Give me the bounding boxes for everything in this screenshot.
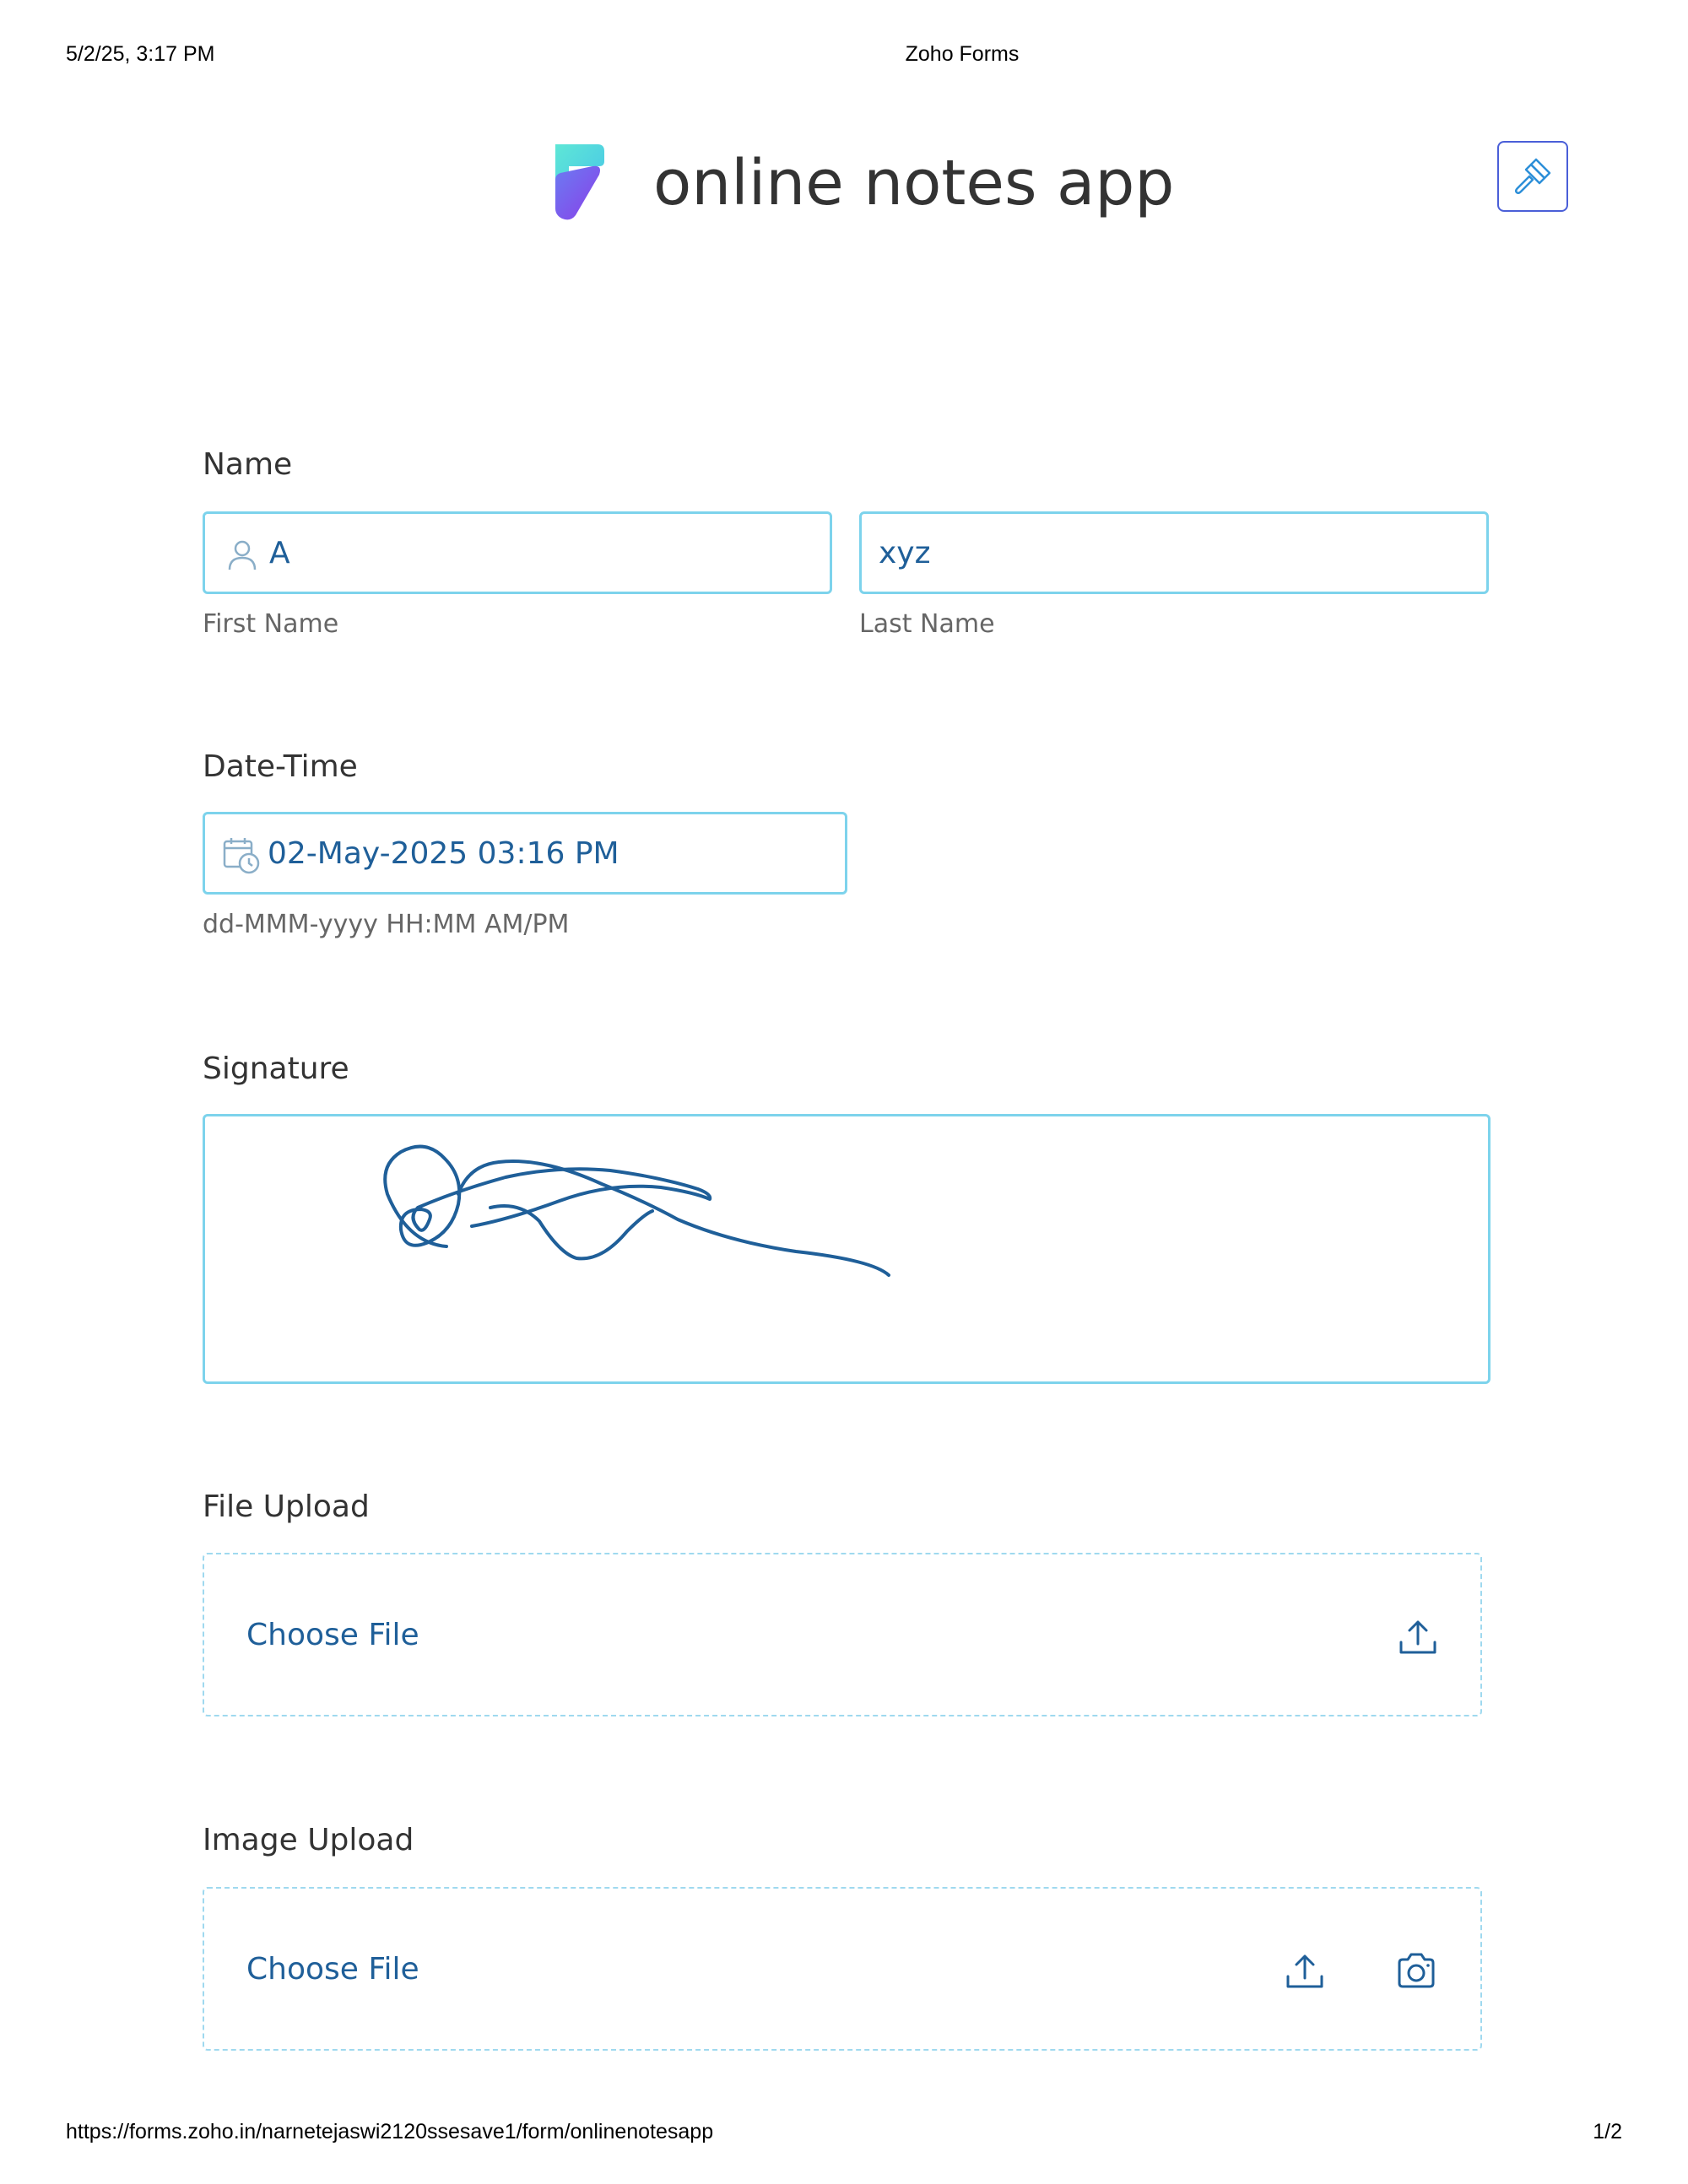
theme-button[interactable]	[1497, 141, 1568, 212]
paintbrush-icon	[1514, 158, 1551, 195]
last-name-helper: Last Name	[859, 609, 995, 639]
zoho-form-page: 5/2/25, 3:17 PM Zoho Forms online notes …	[0, 0, 1688, 2184]
name-label: Name	[203, 447, 293, 482]
file-upload-dropzone[interactable]: Choose File	[203, 1553, 1482, 1716]
print-page-title: Zoho Forms	[905, 42, 1020, 66]
calendar-clock-icon	[223, 838, 260, 874]
upload-icon[interactable]	[1396, 1615, 1440, 1659]
datetime-value: 02-May-2025 03:16 PM	[268, 835, 619, 871]
print-header: 5/2/25, 3:17 PM Zoho Forms	[0, 42, 1688, 71]
file-upload-choose-button[interactable]: Choose File	[246, 1554, 419, 1715]
datetime-format-helper: dd-MMM-yyyy HH:MM AM/PM	[203, 910, 570, 939]
upload-icon[interactable]	[1283, 1949, 1327, 1993]
last-name-input[interactable]: xyz	[859, 511, 1489, 594]
signature-drawing	[383, 1144, 890, 1277]
first-name-value: A	[269, 535, 290, 570]
file-upload-label: File Upload	[203, 1489, 370, 1524]
first-name-helper: First Name	[203, 609, 339, 639]
signature-pad[interactable]	[203, 1114, 1491, 1384]
image-upload-choose-button[interactable]: Choose File	[246, 1889, 419, 2049]
print-url: https://forms.zoho.in/narnetejaswi2120ss…	[66, 2120, 714, 2143]
datetime-label: Date-Time	[203, 749, 358, 784]
zoho-forms-logo	[555, 144, 604, 220]
print-page-number: 1/2	[1593, 2120, 1622, 2143]
user-icon	[228, 540, 257, 570]
image-upload-label: Image Upload	[203, 1823, 414, 1857]
last-name-value: xyz	[879, 535, 931, 570]
print-footer: https://forms.zoho.in/narnetejaswi2120ss…	[0, 2120, 1688, 2149]
form-header: online notes app	[0, 131, 1688, 232]
form-title: online notes app	[653, 147, 1175, 219]
image-upload-dropzone[interactable]: Choose File	[203, 1887, 1482, 2051]
datetime-input[interactable]: 02-May-2025 03:16 PM	[203, 812, 847, 895]
camera-icon[interactable]	[1394, 1949, 1438, 1993]
signature-label: Signature	[203, 1051, 349, 1086]
first-name-input[interactable]: A	[203, 511, 832, 594]
